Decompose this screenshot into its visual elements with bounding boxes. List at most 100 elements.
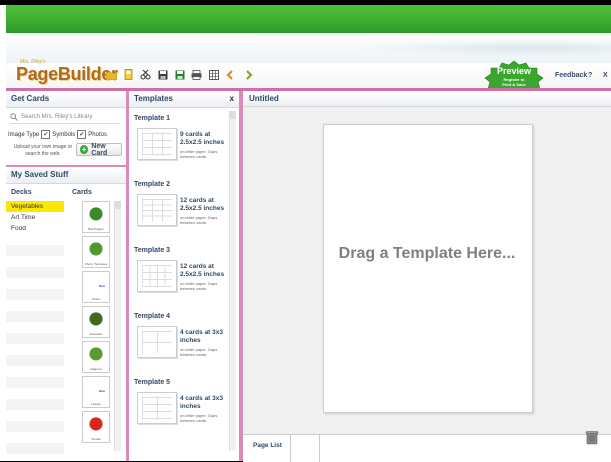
saved-columns-header: Decks Cards bbox=[6, 187, 126, 199]
template-title: Template 1 bbox=[134, 115, 171, 122]
template-item[interactable]: Template 4 4 cards at 3x3 inches on letter… bbox=[134, 313, 232, 358]
template-thumbnail[interactable] bbox=[137, 326, 177, 358]
new-card-button[interactable]: + New Card bbox=[76, 142, 122, 157]
template-title: Template 4 bbox=[134, 313, 171, 320]
template-description: 12 cards at 2.5x2.5 inches on letter pape… bbox=[180, 197, 232, 225]
template-thumbnail[interactable] bbox=[137, 128, 177, 160]
template-note: on letter paper. Gaps between cards. bbox=[180, 215, 218, 225]
template-thumbnail[interactable] bbox=[137, 392, 177, 424]
templates-close-button[interactable]: x bbox=[230, 94, 234, 103]
grid-icon[interactable] bbox=[208, 69, 219, 80]
feedback-link[interactable]: Feedback bbox=[555, 72, 587, 79]
drop-page[interactable] bbox=[323, 124, 533, 413]
template-thumbnail[interactable] bbox=[137, 194, 177, 226]
search-input[interactable]: Search Mrs. Riley's Library bbox=[10, 111, 122, 123]
undo-icon[interactable] bbox=[225, 69, 236, 80]
document-title: Untitled bbox=[243, 91, 611, 107]
page-thumbnail-slot[interactable] bbox=[290, 435, 320, 462]
template-title: Template 3 bbox=[134, 247, 171, 254]
symbols-label: Symbols bbox=[52, 131, 76, 138]
card-thumbnail[interactable]: Cherry Tomatoes bbox=[82, 236, 110, 268]
saved-stuff-section: My Saved Stuff bbox=[6, 165, 126, 184]
upload-hint: Upload your own image or search the web. bbox=[13, 144, 73, 157]
template-item[interactable]: Template 5 4 cards at 3x3 inches on letter… bbox=[134, 379, 232, 424]
photos-label: Photos bbox=[88, 131, 107, 138]
help-link[interactable]: ? bbox=[588, 72, 592, 79]
deck-item[interactable]: Vegetables bbox=[6, 201, 64, 212]
header-banner bbox=[6, 33, 611, 63]
card-image: New bbox=[86, 379, 106, 397]
card-caption: Avocados bbox=[89, 332, 103, 336]
card-thumbnail[interactable]: New Lettuce bbox=[82, 376, 110, 408]
templates-title: Templates bbox=[129, 91, 239, 108]
preview-subtitle: Register to Print & Save bbox=[502, 77, 526, 87]
card-image bbox=[86, 204, 106, 222]
decks-column-header: Decks bbox=[11, 189, 32, 196]
template-grid-preview bbox=[142, 199, 172, 221]
template-grid-preview bbox=[142, 265, 172, 287]
get-cards-title: Get Cards bbox=[6, 91, 126, 108]
card-image bbox=[86, 414, 106, 432]
template-description: 12 cards at 2.5x2.5 inches on letter pape… bbox=[180, 263, 232, 291]
template-item[interactable]: Template 2 12 cards at 2.5x2.5 inches on l… bbox=[134, 181, 232, 226]
template-grid-preview bbox=[142, 397, 172, 419]
template-note: on letter paper. Gaps between cards. bbox=[180, 347, 218, 357]
template-title: Template 5 bbox=[134, 379, 171, 386]
brand-logo: PageBuilder bbox=[16, 64, 118, 84]
drop-hint: Drag a Template Here... bbox=[338, 245, 516, 262]
card-caption: Tomato bbox=[91, 437, 101, 441]
new-card-label: New Card bbox=[91, 142, 108, 157]
preview-title: Preview bbox=[496, 66, 532, 76]
search-icon bbox=[10, 113, 18, 121]
redo-icon[interactable] bbox=[242, 69, 253, 80]
card-thumbnail[interactable]: Tomato bbox=[82, 411, 110, 443]
card-thumbnail[interactable]: Jalapeno bbox=[82, 341, 110, 373]
image-type-label: Image Type bbox=[8, 131, 40, 138]
template-note: on letter paper. Gaps between cards. bbox=[180, 149, 218, 159]
get-cards-panel: Get Cards Search Mrs. Riley's Library Im… bbox=[6, 91, 129, 461]
image-type-filter: Image Type ✔ Symbols ✔ Photos bbox=[8, 130, 107, 139]
save-all-icon[interactable] bbox=[174, 69, 185, 80]
template-item[interactable]: Template 1 9 cards at 2.5x2.5 inches on le… bbox=[134, 115, 232, 160]
top-green-bar bbox=[6, 5, 611, 33]
plus-icon: + bbox=[80, 145, 89, 154]
deck-item[interactable]: Art Time bbox=[6, 212, 64, 223]
page-list-bar: Page List bbox=[243, 434, 611, 462]
card-caption: Onion bbox=[91, 297, 100, 301]
template-note: on letter paper. Gaps between cards. bbox=[180, 281, 218, 291]
template-grid-preview bbox=[142, 331, 172, 353]
yellow-folder-icon[interactable] bbox=[106, 69, 117, 80]
card-thumbnail[interactable]: Bell Pepper bbox=[82, 201, 110, 233]
card-thumbnail[interactable]: Avocados bbox=[82, 306, 110, 338]
trash-icon[interactable] bbox=[584, 429, 600, 445]
save-icon[interactable] bbox=[157, 69, 168, 80]
card-list: Bell Pepper Cherry Tomatoes New Onion Avocad… bbox=[82, 201, 110, 446]
symbols-checkbox[interactable]: ✔ bbox=[41, 130, 51, 139]
deck-item[interactable]: Food bbox=[6, 223, 64, 234]
card-thumbnail[interactable]: New Onion bbox=[82, 271, 110, 303]
template-thumbnail[interactable] bbox=[137, 260, 177, 292]
print-icon[interactable] bbox=[191, 69, 202, 80]
deck-list: Vegetables Art Time Food bbox=[6, 201, 64, 234]
saved-stuff-title: My Saved Stuff bbox=[6, 167, 126, 184]
canvas-area: Untitled Drag a Template Here... Page Li… bbox=[243, 91, 611, 462]
template-grid-preview bbox=[142, 133, 172, 155]
close-app-button[interactable]: X bbox=[603, 72, 608, 79]
card-image bbox=[86, 309, 106, 327]
template-title: Template 2 bbox=[134, 181, 171, 188]
template-description: 4 cards at 3x3 inches on letter paper. Ga… bbox=[180, 329, 232, 357]
search-divider bbox=[10, 123, 120, 124]
template-item[interactable]: Template 3 12 cards at 2.5x2.5 inches on l… bbox=[134, 247, 232, 292]
card-caption: Bell Pepper bbox=[88, 227, 104, 231]
cards-column-header: Cards bbox=[72, 189, 92, 196]
templates-scrollbar[interactable] bbox=[229, 111, 236, 451]
card-list-scrollbar[interactable] bbox=[114, 201, 121, 451]
deck-list-empty-rows bbox=[6, 234, 64, 454]
card-caption: Cherry Tomatoes bbox=[84, 262, 108, 266]
scissors-icon[interactable] bbox=[140, 69, 151, 80]
page-list-label: Page List bbox=[253, 442, 282, 449]
card-image bbox=[86, 344, 106, 362]
photos-checkbox[interactable]: ✔ bbox=[77, 130, 87, 139]
card-image bbox=[86, 239, 106, 257]
card-icon[interactable] bbox=[123, 69, 134, 80]
